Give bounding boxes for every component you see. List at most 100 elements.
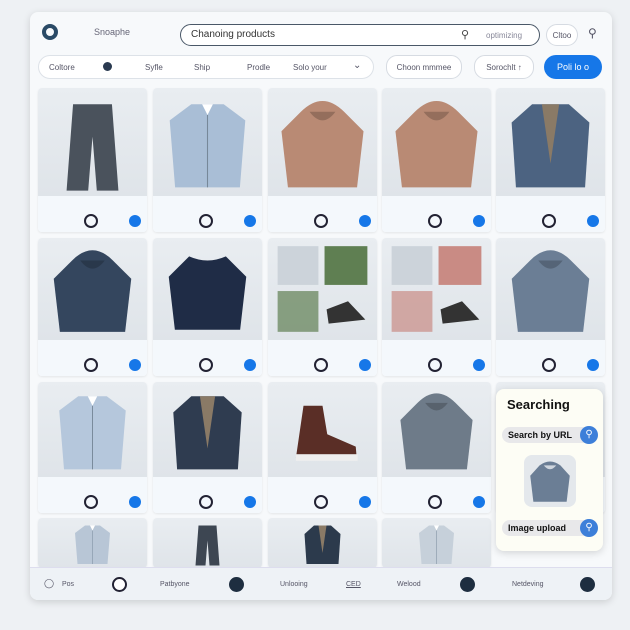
product-image[interactable]	[153, 518, 262, 568]
nav-welood[interactable]: Welood	[397, 581, 421, 588]
favorite-icon[interactable]	[314, 495, 328, 509]
favorite-icon[interactable]	[84, 358, 98, 372]
product-image[interactable]	[38, 88, 147, 196]
product-card[interactable]	[38, 238, 147, 376]
nav-patbyone[interactable]: Patbyone	[160, 581, 190, 588]
product-image[interactable]	[382, 382, 491, 477]
product-image[interactable]	[382, 518, 491, 568]
choose-button[interactable]: Choon mmmee	[386, 55, 462, 79]
nav-ced[interactable]: CED	[346, 581, 361, 588]
filter-solo-your[interactable]: Solo your	[293, 63, 327, 72]
panel-title: Searching	[507, 397, 570, 412]
filter-button[interactable]: Cltoo	[546, 24, 578, 46]
hoodie-image	[53, 250, 132, 332]
favorite-icon[interactable]	[428, 214, 442, 228]
add-to-cart-button[interactable]	[359, 215, 371, 227]
filter-style[interactable]: Syfle	[145, 63, 163, 72]
color-dot-icon[interactable]	[103, 62, 112, 71]
favorite-icon[interactable]	[199, 214, 213, 228]
favorite-icon[interactable]	[542, 358, 556, 372]
favorite-icon[interactable]	[314, 358, 328, 372]
product-image[interactable]	[153, 238, 262, 340]
favorite-icon[interactable]	[428, 495, 442, 509]
search-input[interactable]: Chanoing products ⚲ optimizing	[180, 24, 540, 46]
profile-icon[interactable]	[112, 577, 127, 592]
filter-ship[interactable]: Ship	[194, 63, 210, 72]
product-image[interactable]	[382, 238, 491, 340]
product-image[interactable]	[38, 518, 147, 568]
search-by-url-button[interactable]: Search by URL	[502, 427, 592, 443]
product-image[interactable]	[38, 382, 147, 477]
favorite-icon[interactable]	[542, 214, 556, 228]
product-image[interactable]	[268, 88, 377, 196]
product-image[interactable]	[153, 382, 262, 477]
add-to-cart-button[interactable]	[473, 215, 485, 227]
product-card[interactable]	[382, 238, 491, 376]
nav-pos[interactable]: Pos	[62, 581, 74, 588]
close-icon[interactable]	[580, 577, 595, 592]
favorite-icon[interactable]	[84, 214, 98, 228]
add-to-cart-button[interactable]	[244, 359, 256, 371]
favorite-icon[interactable]	[199, 358, 213, 372]
nav-netdeving[interactable]: Netdeving	[512, 581, 544, 588]
add-to-cart-button[interactable]	[473, 496, 485, 508]
add-to-cart-button[interactable]	[244, 215, 256, 227]
add-to-cart-button[interactable]	[129, 496, 141, 508]
add-to-cart-button[interactable]	[359, 359, 371, 371]
product-card[interactable]	[268, 238, 377, 376]
product-image[interactable]	[496, 238, 605, 340]
search-icon[interactable]: ⚲	[588, 26, 597, 40]
search-value: Chanoing products	[191, 29, 275, 40]
product-card[interactable]	[382, 518, 491, 568]
search-icon[interactable]: ⚲	[580, 519, 598, 537]
share-icon[interactable]	[460, 577, 475, 592]
product-card[interactable]	[153, 518, 262, 568]
favorite-icon[interactable]	[314, 214, 328, 228]
add-to-cart-button[interactable]	[473, 359, 485, 371]
product-card[interactable]	[382, 382, 491, 513]
jacket-image	[304, 525, 341, 564]
product-card[interactable]	[496, 238, 605, 376]
add-to-cart-button[interactable]	[244, 496, 256, 508]
favorite-icon[interactable]	[199, 495, 213, 509]
product-card[interactable]	[153, 88, 262, 232]
product-card[interactable]	[382, 88, 491, 232]
sort-button[interactable]: Sorochlt ↑	[474, 55, 534, 79]
search-icon[interactable]: ⚲	[580, 426, 598, 444]
filter-coltore[interactable]: Coltore	[49, 63, 75, 72]
product-image[interactable]	[153, 88, 262, 196]
shirt-image	[419, 525, 454, 564]
image-upload-button[interactable]: Image upload	[502, 520, 592, 536]
camera-icon[interactable]	[229, 577, 244, 592]
search-icon[interactable]: ⚲	[461, 28, 469, 41]
favorite-icon[interactable]	[428, 358, 442, 372]
chevron-down-icon[interactable]: ⌄	[353, 60, 361, 71]
add-to-cart-button[interactable]	[359, 496, 371, 508]
product-card[interactable]	[38, 518, 147, 568]
product-image[interactable]	[268, 238, 377, 340]
bottom-bar: ◯ Pos Patbyone Unlooing CED Welood Netde…	[30, 567, 612, 600]
product-card[interactable]	[38, 88, 147, 232]
product-card[interactable]	[153, 238, 262, 376]
product-image[interactable]	[382, 88, 491, 196]
primary-button[interactable]: Poli lo o	[544, 55, 602, 79]
product-image[interactable]	[268, 382, 377, 477]
nav-unlooing[interactable]: Unlooing	[280, 581, 308, 588]
add-to-cart-button[interactable]	[129, 359, 141, 371]
product-image[interactable]	[496, 88, 605, 196]
product-card[interactable]	[268, 518, 377, 568]
add-to-cart-button[interactable]	[129, 215, 141, 227]
product-card[interactable]	[268, 88, 377, 232]
product-image[interactable]	[38, 238, 147, 340]
add-to-cart-button[interactable]	[587, 215, 599, 227]
add-to-cart-button[interactable]	[587, 359, 599, 371]
product-card[interactable]	[268, 382, 377, 513]
favorite-icon[interactable]	[84, 495, 98, 509]
product-card[interactable]	[38, 382, 147, 513]
filter-prodle[interactable]: Prodle	[247, 63, 270, 72]
product-image[interactable]	[268, 518, 377, 568]
search-option[interactable]: optimizing	[486, 31, 522, 40]
play-icon[interactable]: ◯	[44, 578, 54, 589]
product-card[interactable]	[496, 88, 605, 232]
product-card[interactable]	[153, 382, 262, 513]
